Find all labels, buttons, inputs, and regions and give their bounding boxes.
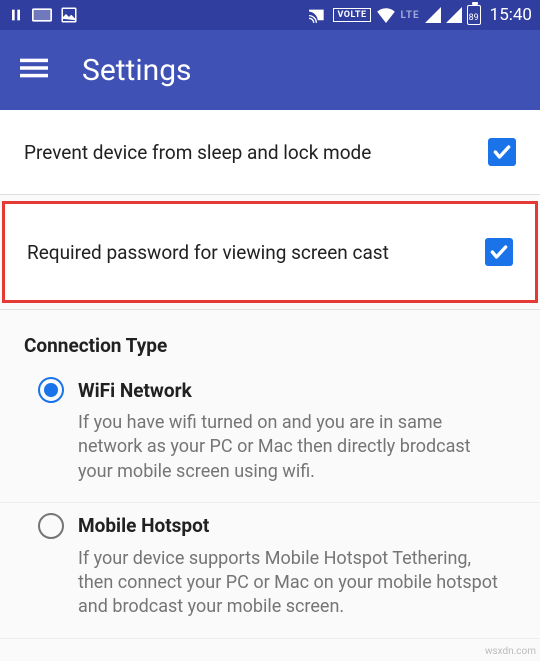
cast-status-icon — [308, 7, 328, 23]
status-bar: VOLTE LTE 89 15:40 — [0, 0, 540, 30]
signal-icon-2 — [446, 7, 462, 23]
setting-label: Required password for viewing screen cas… — [27, 241, 389, 264]
section-header-connection-type: Connection Type — [0, 310, 540, 367]
radio-icon-unselected — [38, 513, 64, 539]
setting-prevent-sleep[interactable]: Prevent device from sleep and lock mode — [0, 110, 540, 195]
lte-label: LTE — [401, 10, 420, 21]
watermark: wsxdn.com — [485, 646, 536, 657]
wifi-icon — [376, 7, 396, 23]
pause-icon — [8, 7, 24, 23]
signal-icon — [425, 7, 441, 23]
battery-level: 89 — [469, 14, 479, 24]
radio-title: WiFi Network — [78, 379, 192, 402]
setting-label: Prevent device from sleep and lock mode — [24, 141, 371, 164]
radio-mobile-hotspot[interactable]: Mobile Hotspot If your device supports M… — [0, 503, 540, 639]
checkbox-require-password[interactable] — [485, 238, 513, 266]
volte-badge: VOLTE — [333, 8, 370, 22]
clock: 15:40 — [490, 5, 532, 25]
radio-icon-selected — [38, 377, 64, 403]
app-bar: Settings — [0, 30, 540, 110]
battery-icon: 89 — [467, 5, 481, 25]
image-icon — [60, 6, 78, 24]
checkbox-prevent-sleep[interactable] — [488, 138, 516, 166]
radio-title: Mobile Hotspot — [78, 514, 209, 537]
setting-require-password[interactable]: Required password for viewing screen cas… — [5, 204, 535, 300]
menu-icon[interactable] — [20, 54, 48, 86]
radio-wifi-network[interactable]: WiFi Network If you have wifi turned on … — [0, 367, 540, 503]
cast-icon — [32, 8, 52, 22]
highlight-box: Required password for viewing screen cas… — [2, 201, 538, 303]
page-title: Settings — [82, 53, 192, 88]
radio-description: If your device supports Mobile Hotspot T… — [38, 539, 516, 620]
status-left — [8, 6, 78, 24]
radio-description: If you have wifi turned on and you are i… — [38, 403, 516, 484]
content: Prevent device from sleep and lock mode … — [0, 110, 540, 639]
status-right: VOLTE LTE 89 15:40 — [308, 5, 532, 25]
